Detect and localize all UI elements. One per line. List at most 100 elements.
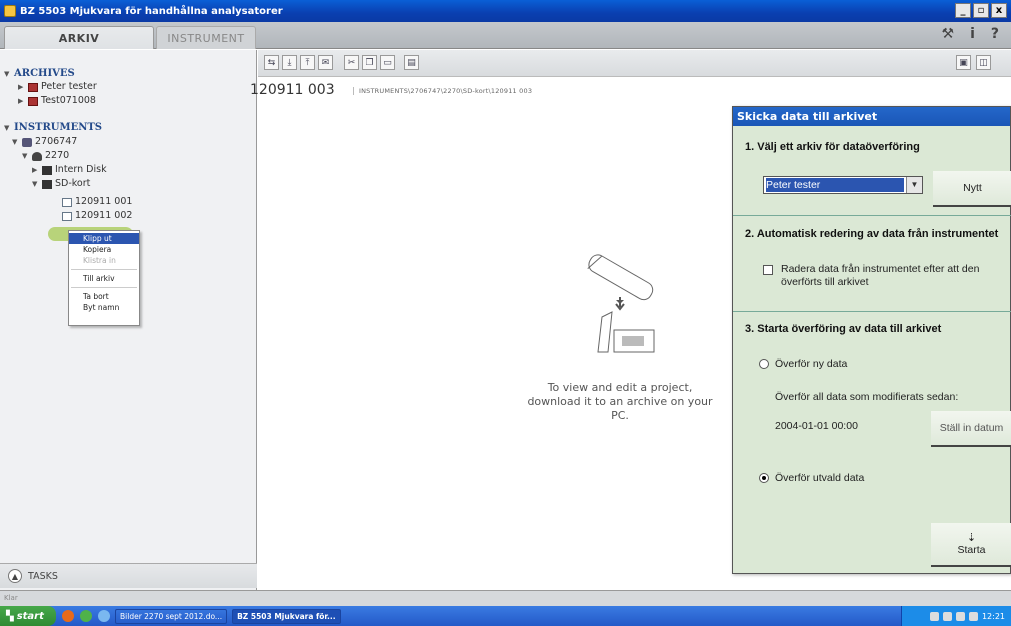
section-start-transfer: 3. Starta överföring av data till arkive… [745,323,942,335]
menu-separator [71,287,137,288]
app-icon [4,5,16,17]
help-icon[interactable]: ? [991,26,999,42]
transfer-new-radio[interactable] [759,359,769,369]
delete-after-transfer-label: Radera data från instrumentet efter att … [781,263,980,288]
maximize-button[interactable]: ▫ [973,3,989,18]
tree-item-label: 2270 [45,150,70,161]
file-icon [62,211,72,221]
expand-icon: ▶ [18,97,24,105]
file-icon [62,197,72,207]
tray-icon[interactable] [929,611,939,621]
tree-item-archive[interactable]: ▶ Peter tester [18,80,97,94]
transfer-new-label: Överför ny data [775,358,848,370]
menu-item-rename[interactable]: Byt namn [69,302,139,313]
windows-logo-icon: ▚ [6,610,14,622]
menu-item-paste[interactable]: Klistra in [69,255,139,266]
delete-after-transfer-checkbox[interactable] [763,265,773,275]
new-archive-button[interactable]: Nytt [933,171,1011,207]
start-button-windows[interactable]: ▚ start [0,606,56,626]
top-tab-bar: ARKIV INSTRUMENT ⚒ i ? [0,22,1011,49]
tree-item-label: 120911 002 [75,210,133,221]
taskbar-item-document[interactable]: Bilder 2270 sept 2012.do... [115,608,228,624]
dialog-title: Skicka data till arkivet [733,107,1010,126]
tree-item-label: 2706747 [35,136,78,147]
minimize-button[interactable]: _ [955,3,971,18]
tray-icon[interactable] [968,611,978,621]
tree-item-label: Intern Disk [55,164,107,175]
tree-item-label: Test071008 [41,95,96,106]
instruments-section[interactable]: ▼ INSTRUMENTS [4,121,102,135]
instruments-title: INSTRUMENTS [14,122,103,133]
tools-icon[interactable]: ⚒ [942,26,955,42]
download-icon[interactable]: ⤓ [282,55,297,70]
send-to-archive-dialog: Skicka data till arkivet 1. Välj ett ark… [732,106,1011,574]
taskbar: ▚ start Bilder 2270 sept 2012.do... BZ 5… [0,606,1011,626]
menu-item-copy[interactable]: Kopiera [69,244,139,255]
disk-icon [42,165,52,175]
start-button[interactable]: ⇣ Starta [931,523,1011,567]
tasks-bar[interactable]: ▲ TASKS [0,563,257,588]
transfer-selected-label: Överför utvald data [775,472,865,484]
properties-icon[interactable]: ▤ [404,55,419,70]
chevron-up-icon[interactable]: ▲ [8,569,22,583]
mail-icon[interactable]: ✉ [318,55,333,70]
transfer-icon[interactable]: ⇆ [264,55,279,70]
panel-icon[interactable]: ▣ [956,55,971,70]
info-icon[interactable]: i [970,26,975,42]
tree-item-user[interactable]: ▼ 2270 [22,149,69,163]
modified-since-label: Överför all data som modifierats sedan: [775,391,959,403]
tray-icon[interactable] [955,611,965,621]
tree-item-label: SD-kort [55,178,91,189]
clock: 12:21 [981,611,1005,621]
start-label: start [16,610,44,622]
project-id: 120911 003 [250,82,335,98]
paste-icon[interactable]: ▭ [380,55,395,70]
menu-separator [71,269,137,270]
empty-state-hint: To view and edit a project, download it … [527,381,713,422]
set-date-button[interactable]: Ställ in datum [931,411,1011,447]
tree-item-label: Peter tester [41,81,97,92]
menu-item-to-archive[interactable]: Till arkiv [69,273,139,284]
date-value: 2004-01-01 00:00 [775,420,858,432]
media-icon[interactable] [80,610,92,622]
menu-item-delete[interactable]: Ta bort [69,291,139,302]
menu-item-cut[interactable]: Klipp ut [69,233,139,244]
explorer-icon[interactable] [98,610,110,622]
tree-item-file[interactable]: 120911 002 [62,209,132,223]
transfer-selected-radio[interactable] [759,473,769,483]
tab-instrument[interactable]: INSTRUMENT [156,26,256,49]
copy-icon[interactable]: ❐ [362,55,377,70]
section-auto-delete: 2. Automatisk redering av data från inst… [745,228,999,240]
browser-icon[interactable] [62,610,74,622]
project-path: INSTRUMENTS\2706747\2270\SD-kort\120911 … [353,87,532,95]
start-button-label: Starta [957,543,986,556]
context-menu: Klipp ut Kopiera Klistra in Till arkiv T… [68,230,140,326]
divider [733,311,1011,312]
taskbar-item-app[interactable]: BZ 5503 Mjukvara för... [232,608,341,624]
cut-icon[interactable]: ✂ [344,55,359,70]
layout-icon[interactable]: ◫ [976,55,991,70]
archive-select[interactable]: Peter tester ▼ [763,176,923,194]
archives-section[interactable]: ▼ ARCHIVES [4,67,75,81]
tree-item-sd-kort[interactable]: ▼ SD-kort [32,177,90,191]
close-button[interactable]: x [991,3,1007,18]
tray-icon[interactable] [942,611,952,621]
upload-icon[interactable]: ⤒ [300,55,315,70]
system-tray: 12:21 [901,606,1011,626]
tree-item-archive[interactable]: ▶ Test071008 [18,94,96,108]
tree-item-instrument[interactable]: ▼ 2706747 [12,135,77,149]
title-bar: BZ 5503 Mjukvara för handhållna analysat… [0,0,1011,22]
archive-icon [28,82,38,92]
divider [733,215,1011,216]
chevron-down-icon[interactable]: ▼ [906,177,922,193]
collapse-icon: ▼ [32,180,38,188]
archive-select-value: Peter tester [766,178,904,192]
collapse-icon: ▼ [4,70,10,78]
tree-item-intern-disk[interactable]: ▶ Intern Disk [32,163,107,177]
tree-item-file[interactable]: 120911 001 [62,195,132,209]
tab-arkiv[interactable]: ARKIV [4,26,154,49]
sd-card-icon [42,179,52,189]
window-title: BZ 5503 Mjukvara för handhållna analysat… [20,5,283,17]
collapse-icon: ▼ [22,152,28,160]
section-select-archive: 1. Välj ett arkiv för dataöverföring [745,141,920,153]
